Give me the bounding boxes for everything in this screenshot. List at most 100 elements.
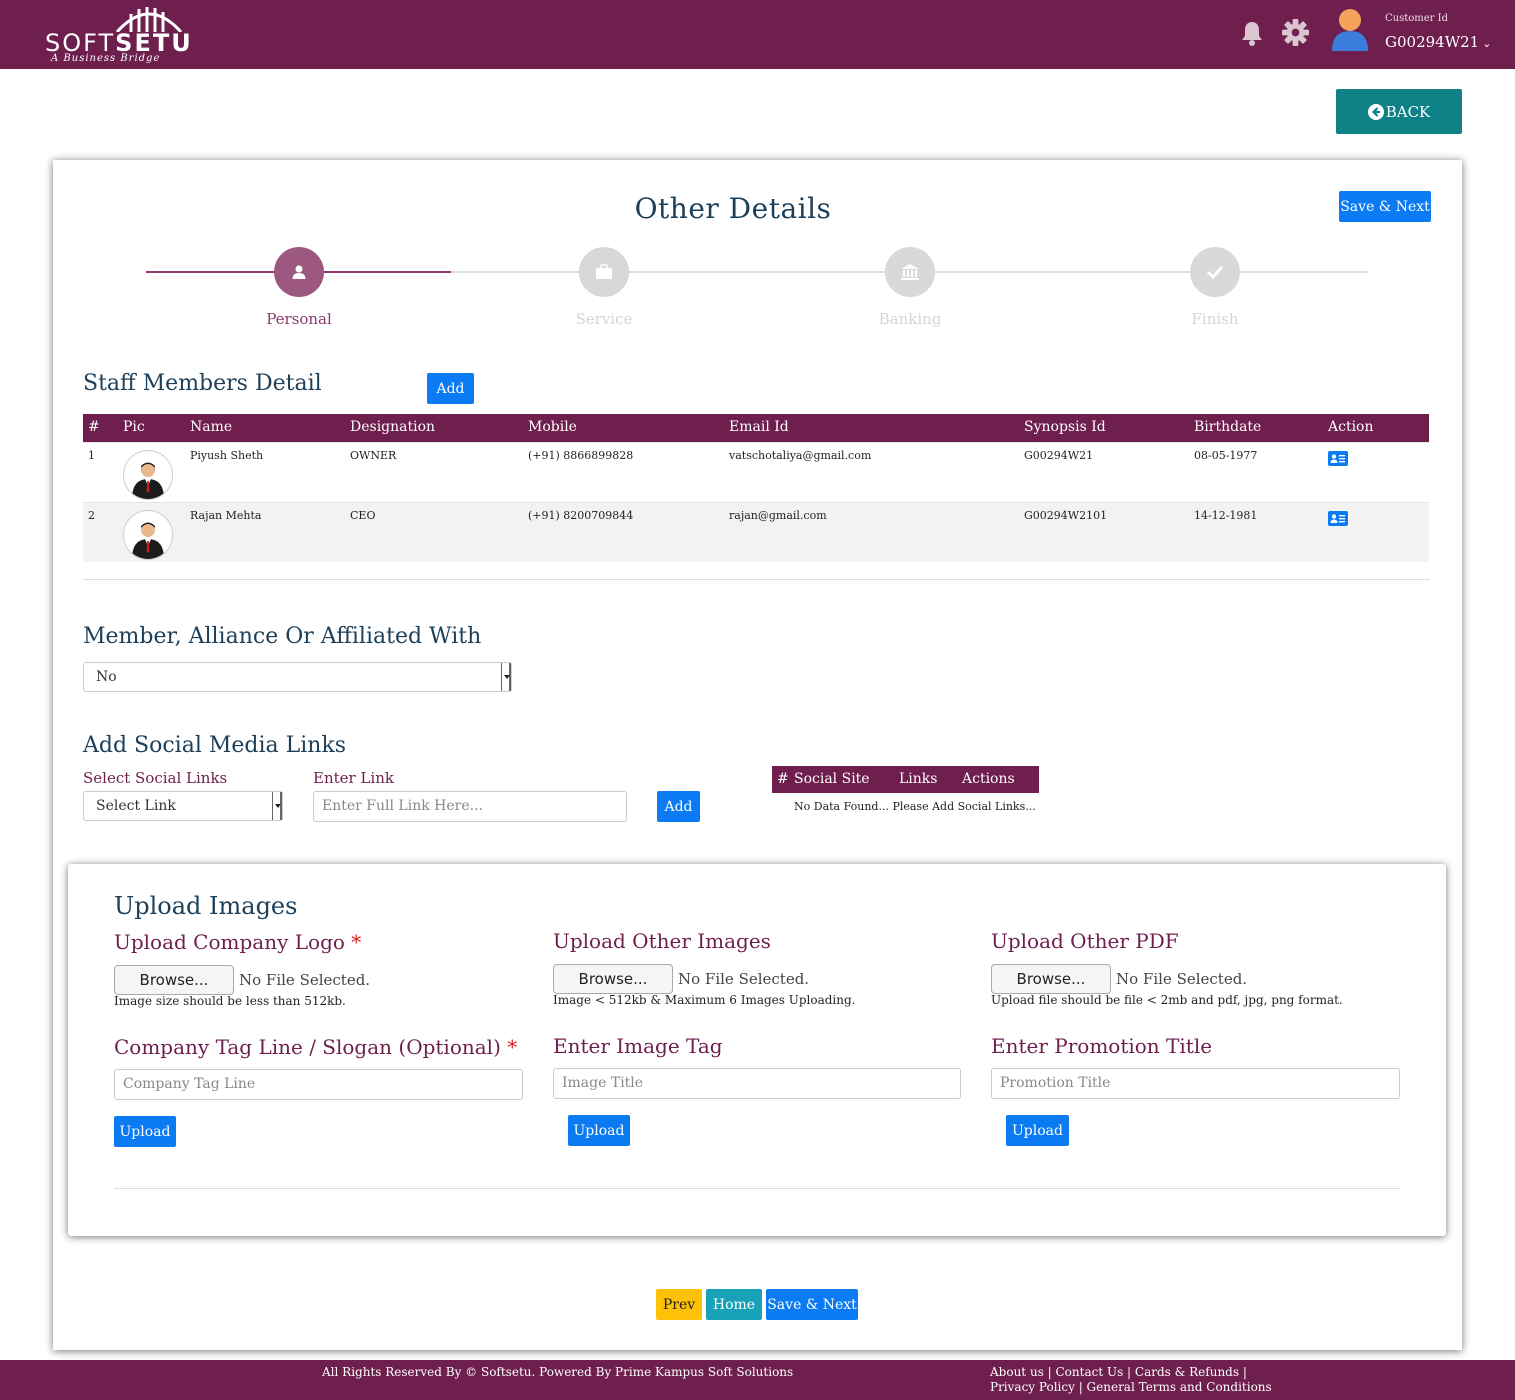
upload-logo-button[interactable]: Upload xyxy=(114,1116,176,1147)
user-icon xyxy=(292,265,306,279)
step-service-circle[interactable] xyxy=(579,247,629,297)
staff-email: vatschotaliya@gmail.com xyxy=(729,449,872,462)
tagline-input[interactable]: Company Tag Line xyxy=(114,1069,523,1100)
enter-link-label: Enter Link xyxy=(313,769,394,787)
logo-tagline: A Business Bridge xyxy=(51,53,161,64)
caret-down-icon xyxy=(501,663,511,691)
back-button[interactable]: BACK xyxy=(1336,89,1462,134)
col-mobile: Mobile xyxy=(528,419,577,435)
tagline-label: Company Tag Line / Slogan (Optional) * xyxy=(114,1035,517,1059)
affiliation-select[interactable]: No xyxy=(83,662,512,692)
staff-table-header: # Pic Name Designation Mobile Email Id S… xyxy=(83,414,1429,442)
user-avatar-icon[interactable] xyxy=(1330,7,1370,55)
bell-icon[interactable] xyxy=(1240,20,1264,50)
promotion-title-input[interactable]: Promotion Title xyxy=(991,1068,1400,1099)
footer-links[interactable]: About us | Contact Us | Cards & Refunds … xyxy=(990,1365,1290,1395)
step-finish-circle[interactable] xyxy=(1190,247,1240,297)
staff-photo xyxy=(123,510,173,560)
social-table-header: # Social Site Links Actions xyxy=(772,766,1039,793)
briefcase-icon xyxy=(596,264,612,279)
staff-name: Rajan Mehta xyxy=(190,509,262,522)
prev-button[interactable]: Prev xyxy=(656,1289,702,1320)
affiliation-title: Member, Alliance Or Affiliated With xyxy=(83,624,482,649)
upload-pdf-button[interactable]: Upload xyxy=(1006,1115,1069,1146)
col-birthdate: Birthdate xyxy=(1194,419,1262,435)
staff-synopsis-id: G00294W2101 xyxy=(1024,509,1108,522)
other-images-browse-button[interactable]: Browse... xyxy=(553,964,673,994)
upload-other-images-button[interactable]: Upload xyxy=(568,1115,630,1146)
home-button[interactable]: Home xyxy=(706,1289,762,1320)
company-logo-browse-button[interactable]: Browse... xyxy=(114,965,234,995)
other-pdf-browse-button[interactable]: Browse... xyxy=(991,964,1111,994)
col-number: # xyxy=(88,419,100,435)
col-designation: Designation xyxy=(350,419,436,435)
step-label-personal: Personal xyxy=(266,310,332,328)
staff-email: rajan@gmail.com xyxy=(729,509,827,522)
step-personal-circle[interactable] xyxy=(274,247,324,297)
step-label-finish: Finish xyxy=(1191,310,1239,328)
gear-icon[interactable] xyxy=(1282,19,1309,50)
social-links-table: # Social Site Links Actions No Data Foun… xyxy=(772,766,1039,813)
row-number: 1 xyxy=(88,449,95,462)
contact-card-icon[interactable] xyxy=(1328,451,1348,466)
add-staff-button[interactable]: Add xyxy=(427,373,474,404)
footer: All Rights Reserved By © Softsetu. Power… xyxy=(0,1360,1515,1400)
social-site-selected: Select Link xyxy=(96,798,176,814)
page-title: Other Details xyxy=(634,192,832,225)
staff-birthdate: 08-05-1977 xyxy=(1194,449,1258,462)
company-logo-hint: Image size should be less than 512kb. xyxy=(114,994,346,1008)
upload-images-panel: Upload Images Upload Company Logo * Brow… xyxy=(68,864,1446,1236)
social-col-number: # xyxy=(777,771,789,787)
staff-designation: OWNER xyxy=(350,449,397,462)
contact-card-icon[interactable] xyxy=(1328,511,1348,526)
image-tag-input[interactable]: Image Title xyxy=(553,1068,961,1099)
table-row: 2 Rajan Mehta CEO (+91) 8200709844 rajan… xyxy=(83,502,1429,562)
other-images-file-status: No File Selected. xyxy=(678,970,810,988)
social-links-title: Add Social Media Links xyxy=(83,733,347,758)
social-col-actions: Actions xyxy=(962,771,1015,787)
col-action: Action xyxy=(1328,419,1374,435)
col-email: Email Id xyxy=(729,419,789,435)
section-divider xyxy=(83,579,1430,580)
top-navbar: SOFTSETU A Business Bridge Customer Id G… xyxy=(0,0,1515,69)
add-social-link-button[interactable]: Add xyxy=(657,791,700,822)
social-col-links: Links xyxy=(899,771,938,787)
save-next-bottom-button[interactable]: Save & Next xyxy=(766,1289,858,1320)
social-link-input[interactable]: Enter Full Link Here... xyxy=(313,791,627,822)
social-site-select[interactable]: Select Link xyxy=(83,791,283,821)
staff-mobile: (+91) 8200709844 xyxy=(528,509,634,522)
social-empty-message: No Data Found... Please Add Social Links… xyxy=(794,800,1036,813)
promotion-title-label: Enter Promotion Title xyxy=(991,1034,1213,1058)
company-logo-label: Upload Company Logo * xyxy=(114,930,361,954)
customer-id-value: G00294W21 xyxy=(1385,33,1480,51)
staff-photo xyxy=(123,450,173,500)
step-label-service: Service xyxy=(575,310,633,328)
other-pdf-label: Upload Other PDF xyxy=(991,929,1179,953)
select-social-label: Select Social Links xyxy=(83,769,228,787)
row-number: 2 xyxy=(88,509,95,522)
footer-copyright: All Rights Reserved By © Softsetu. Power… xyxy=(322,1365,794,1379)
step-banking-circle[interactable] xyxy=(885,247,935,297)
staff-name: Piyush Sheth xyxy=(190,449,264,462)
affiliation-selected: No xyxy=(96,669,117,685)
step-label-banking: Banking xyxy=(878,310,942,328)
other-images-hint: Image < 512kb & Maximum 6 Images Uploadi… xyxy=(553,993,856,1007)
chevron-down-icon: ⌄ xyxy=(1482,37,1492,50)
other-pdf-hint: Upload file should be file < 2mb and pdf… xyxy=(991,993,1343,1007)
staff-synopsis-id: G00294W21 xyxy=(1024,449,1094,462)
other-images-label: Upload Other Images xyxy=(553,929,771,953)
upload-divider xyxy=(114,1188,1400,1189)
logo-arch-icon xyxy=(115,7,183,32)
image-tag-label: Enter Image Tag xyxy=(553,1034,723,1058)
company-logo-label-text: Upload Company Logo xyxy=(114,930,345,954)
staff-designation: CEO xyxy=(350,509,376,522)
softsetu-logo[interactable]: SOFTSETU A Business Bridge xyxy=(45,2,195,66)
customer-id-dropdown[interactable]: G00294W21 ⌄ xyxy=(1385,33,1491,51)
required-mark: * xyxy=(507,1035,518,1059)
required-mark: * xyxy=(351,930,362,954)
col-name: Name xyxy=(190,419,233,435)
customer-id-label: Customer Id xyxy=(1385,13,1448,24)
upload-title: Upload Images xyxy=(114,892,298,920)
company-logo-file-status: No File Selected. xyxy=(239,971,371,989)
save-next-top-button[interactable]: Save & Next xyxy=(1339,191,1431,222)
